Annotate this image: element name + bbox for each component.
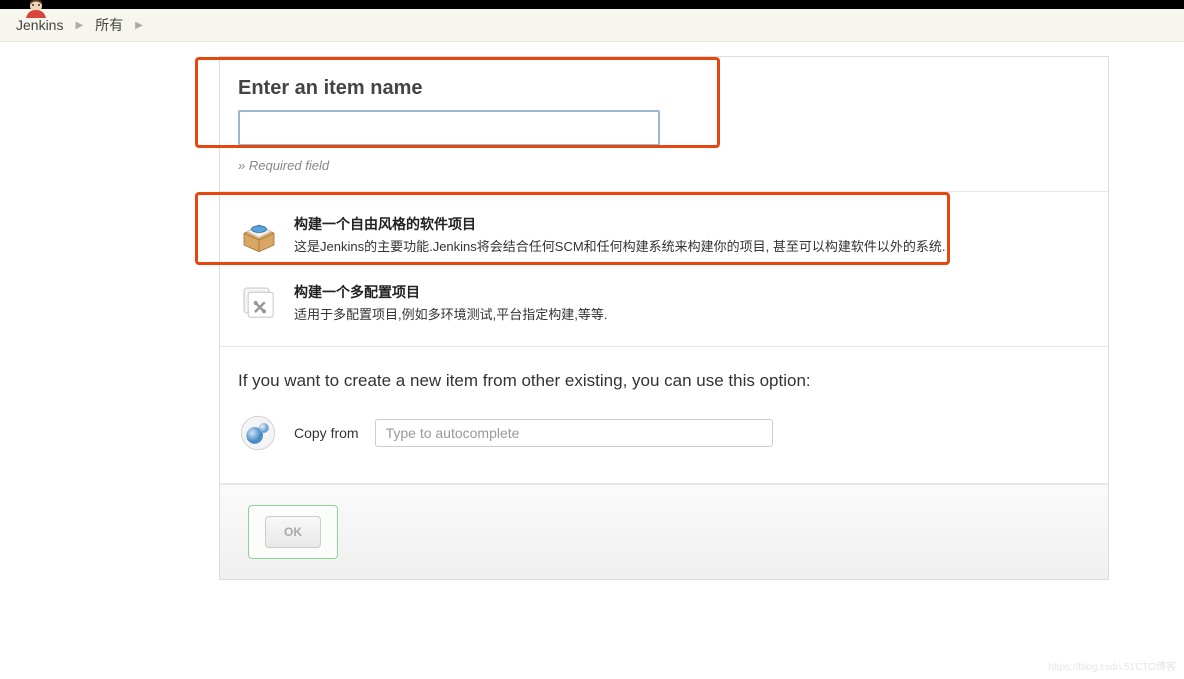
freestyle-project-icon <box>238 214 280 256</box>
page-title: Enter an item name <box>238 77 1090 100</box>
top-bar <box>0 0 1184 9</box>
item-type-title: 构建一个自由风格的软件项目 <box>294 214 946 234</box>
copy-from-section: If you want to create a new item from ot… <box>220 347 1108 484</box>
copy-from-label: Copy from <box>294 425 359 441</box>
breadcrumb: Jenkins ▶ 所有 ▶ <box>0 9 1184 42</box>
jenkins-logo-icon <box>22 0 50 21</box>
item-type-desc: 这是Jenkins的主要功能.Jenkins将会结合任何SCM和任何构建系统来构… <box>294 238 946 256</box>
item-type-title: 构建一个多配置项目 <box>294 282 607 302</box>
copy-from-heading: If you want to create a new item from ot… <box>238 371 1090 391</box>
ok-button[interactable]: OK <box>265 516 321 548</box>
item-name-input[interactable] <box>238 110 660 146</box>
footer-bar: OK <box>220 484 1108 579</box>
item-type-desc: 适用于多配置项目,例如多环境测试,平台指定构建,等等. <box>294 306 607 324</box>
item-type-freestyle[interactable]: 构建一个自由风格的软件项目 这是Jenkins的主要功能.Jenkins将会结合… <box>238 208 1090 262</box>
copy-from-icon <box>238 413 278 453</box>
breadcrumb-separator-icon: ▶ <box>75 20 83 31</box>
copy-from-input[interactable] <box>375 419 773 447</box>
item-name-section: Enter an item name » Required field <box>220 57 1108 192</box>
item-type-multiconfig[interactable]: 构建一个多配置项目 适用于多配置项目,例如多环境测试,平台指定构建,等等. <box>238 276 1090 330</box>
multiconfig-project-icon <box>238 282 280 324</box>
watermark: https://blog.csdn.51CTO博客 <box>1048 658 1176 673</box>
required-field-note: » Required field <box>238 158 1090 173</box>
breadcrumb-item-all[interactable]: 所有 <box>95 15 123 35</box>
breadcrumb-separator-icon: ▶ <box>135 20 143 31</box>
item-types-section: 构建一个自由风格的软件项目 这是Jenkins的主要功能.Jenkins将会结合… <box>220 192 1108 347</box>
ok-button-wrap: OK <box>248 505 338 559</box>
main-panel: Enter an item name » Required field <box>219 56 1109 580</box>
